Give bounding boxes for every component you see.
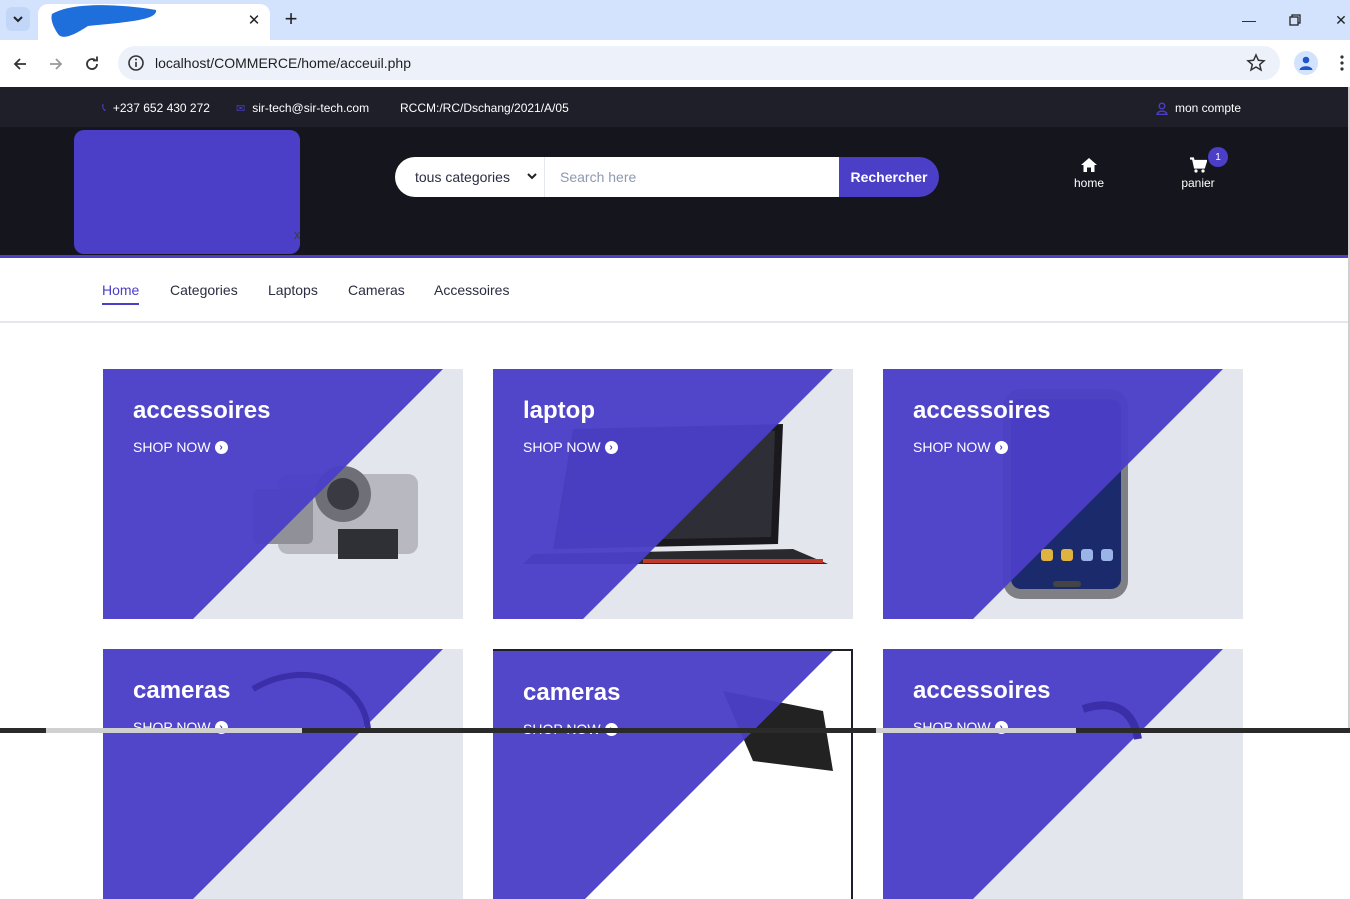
taskbar-segment xyxy=(876,728,1076,733)
nav-accessoires[interactable]: Accessoires xyxy=(434,282,509,303)
back-icon[interactable] xyxy=(8,52,32,76)
card-title: accessoires xyxy=(133,397,271,424)
tab-close-icon[interactable]: ✕ xyxy=(244,10,264,30)
email-address: sir-tech@sir-tech.com xyxy=(252,101,370,115)
taskbar-segment xyxy=(46,728,302,733)
shop-now-link[interactable]: SHOP NOW› xyxy=(523,439,618,455)
bookmark-star-icon[interactable] xyxy=(1246,53,1266,73)
arrow-circle-right-icon: › xyxy=(214,440,228,454)
home-icon xyxy=(1081,158,1097,172)
browser-menu-icon[interactable] xyxy=(1334,52,1350,74)
phone-icon: 📞︎ xyxy=(102,101,106,114)
restore-icon[interactable] xyxy=(1283,8,1307,32)
card-title: accessoires xyxy=(913,397,1051,424)
card-title: laptop xyxy=(523,397,595,424)
shop-now-link[interactable]: SHOP NOW› xyxy=(133,439,228,455)
cart-icon xyxy=(1190,157,1207,173)
site-header: x tous categories Search here Rechercher… xyxy=(0,127,1350,258)
user-icon xyxy=(1156,102,1168,115)
tab-search-dropdown[interactable] xyxy=(6,7,30,31)
site-logo[interactable] xyxy=(74,130,300,254)
arrow-circle-right-icon: › xyxy=(994,440,1008,454)
minimize-icon[interactable]: — xyxy=(1237,8,1261,32)
card-title: cameras xyxy=(133,677,231,704)
shop-now-label: SHOP NOW xyxy=(913,439,991,455)
chevron-down-icon xyxy=(13,16,23,23)
shop-card[interactable]: accessoires SHOP NOW › xyxy=(883,649,1243,899)
cart-label: panier xyxy=(1181,176,1215,190)
site-info-icon[interactable] xyxy=(126,53,146,73)
shop-now-link[interactable]: SHOP NOW› xyxy=(913,439,1008,455)
nav-cameras[interactable]: Cameras xyxy=(348,282,405,303)
shop-card[interactable]: cameras SHOP NOW› xyxy=(103,649,463,899)
shop-card[interactable]: accessoires SHOP NOW › xyxy=(103,369,463,619)
cart-count-badge: 1 xyxy=(1208,147,1228,167)
shop-now-label: SHOP NOW xyxy=(523,439,601,455)
close-window-icon[interactable]: ✕ xyxy=(1329,8,1350,32)
phone-number: +237 652 430 272 xyxy=(112,101,210,115)
new-tab-icon[interactable]: + xyxy=(280,8,302,30)
forward-icon[interactable] xyxy=(44,52,68,76)
shop-card[interactable]: cameras SHOP NOW› xyxy=(493,649,853,899)
account-link[interactable]: mon compte xyxy=(1156,101,1241,115)
nav-home[interactable]: Home xyxy=(102,282,140,305)
site-top-bar: 📞︎ +237 652 430 272 ✉ sir-tech@sir-tech.… xyxy=(0,87,1350,127)
nav-laptops[interactable]: Laptops xyxy=(268,282,318,303)
arrow-circle-right-icon: › xyxy=(604,440,618,454)
reload-icon[interactable] xyxy=(80,52,104,76)
search-button[interactable]: Rechercher xyxy=(839,157,939,197)
nav-categories[interactable]: Categories xyxy=(170,282,238,303)
rccm-text: RCCM:/RC/Dschang/2021/A/05 xyxy=(400,101,569,115)
account-label: mon compte xyxy=(1175,101,1242,115)
category-select[interactable]: tous categories xyxy=(395,157,545,197)
rccm-info: RCCM:/RC/Dschang/2021/A/05 xyxy=(400,101,569,115)
home-link[interactable]: home xyxy=(1059,157,1119,190)
logo-fragment: x xyxy=(294,227,301,242)
browser-tab-strip: ✕ + — ✕ xyxy=(0,0,1350,40)
chevron-down-icon xyxy=(527,173,537,180)
url-text[interactable]: localhost/COMMERCE/home/acceuil.php xyxy=(155,55,411,71)
envelope-icon: ✉ xyxy=(236,102,246,115)
search-form: tous categories Search here Rechercher xyxy=(395,157,939,197)
redacted-scribble xyxy=(51,5,157,37)
card-title: accessoires xyxy=(913,677,1051,704)
card-title: cameras xyxy=(523,679,621,706)
category-select-value: tous categories xyxy=(415,169,510,185)
phone-contact[interactable]: 📞︎ +237 652 430 272 xyxy=(102,101,210,115)
shop-now-label: SHOP NOW xyxy=(133,439,211,455)
main-nav: Home Categories Laptops Cameras Accessoi… xyxy=(0,260,1348,323)
shop-card[interactable]: laptop SHOP NOW › xyxy=(493,369,853,619)
profile-avatar-icon[interactable] xyxy=(1294,51,1318,75)
taskbar-strip xyxy=(0,728,1350,733)
email-contact[interactable]: ✉ sir-tech@sir-tech.com xyxy=(236,101,369,115)
shop-card[interactable]: accessoires SHOP NOW › xyxy=(883,369,1243,619)
search-input[interactable]: Search here xyxy=(545,157,839,197)
home-label: home xyxy=(1073,176,1105,190)
